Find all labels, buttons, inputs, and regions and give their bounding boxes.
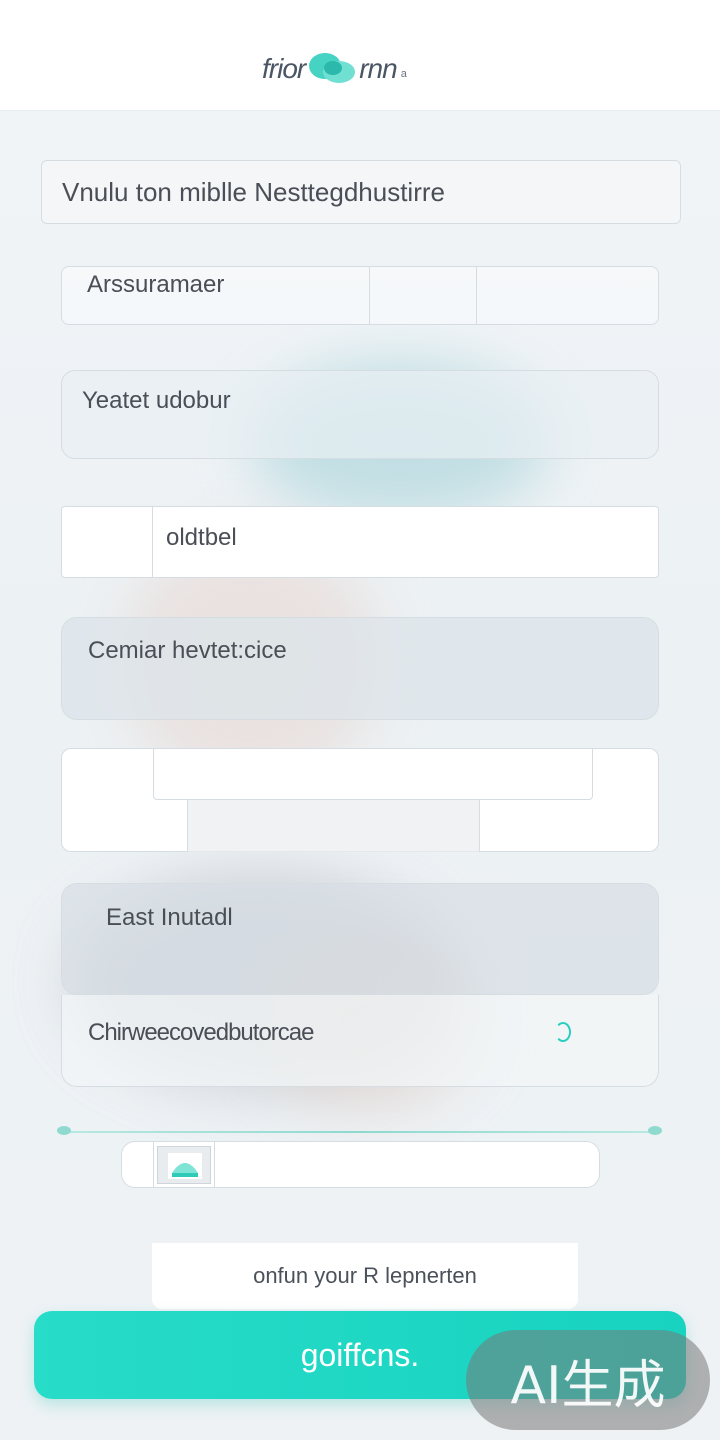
assurance-field-label: Arssuramaer xyxy=(87,271,225,298)
top-text-field[interactable]: Vnulu ton miblle Nesttegdhustirre xyxy=(41,160,681,224)
line-left-dot xyxy=(57,1126,71,1135)
assurance-divider-2 xyxy=(476,267,477,324)
line-right-dot xyxy=(648,1126,662,1135)
image-toggle-field[interactable] xyxy=(121,1141,600,1188)
oldtbel-field[interactable]: oldtbel xyxy=(61,506,659,578)
yeatet-field-label: Yeatet udobur xyxy=(82,387,231,414)
yeatet-field[interactable]: Yeatet udobur xyxy=(61,370,659,459)
logo-suffix: rnn xyxy=(359,53,397,84)
toggle-divider-right xyxy=(214,1142,215,1187)
assurance-field[interactable]: Arssuramaer xyxy=(61,266,659,325)
confirm-panel: onfun your R lepnerten xyxy=(152,1243,578,1309)
assurance-divider-1 xyxy=(369,267,370,324)
segmented-inner-top[interactable] xyxy=(153,749,593,800)
logo-mark-icon xyxy=(307,50,357,88)
east-field[interactable]: East Inutadl xyxy=(61,883,659,995)
segmented-inner-bottom[interactable] xyxy=(187,800,480,852)
east-field-label: East Inutadl xyxy=(106,904,233,931)
segmented-field[interactable] xyxy=(61,748,659,852)
chirwee-field-value: Chirweecovedbutorcae xyxy=(88,1019,314,1046)
chirwee-field[interactable]: Chirweecovedbutorcae xyxy=(61,995,659,1087)
image-toggle-icon[interactable] xyxy=(157,1146,211,1184)
cemiar-field-label: Cemiar hevtet:cice xyxy=(88,637,287,664)
loading-spinner-icon xyxy=(555,1022,571,1042)
oldtbel-divider xyxy=(152,507,153,577)
logo-text: frior xyxy=(262,53,306,84)
top-text-field-value: Vnulu ton miblle Nesttegdhustirre xyxy=(62,177,445,207)
cemiar-field[interactable]: Cemiar hevtet:cice xyxy=(61,617,659,720)
ai-generated-watermark: AI生成 xyxy=(466,1330,710,1430)
toggle-divider-left xyxy=(153,1142,154,1187)
app-logo: frior rnn a xyxy=(262,46,407,92)
logo-small-text: a xyxy=(400,68,407,80)
progress-line xyxy=(62,1131,658,1133)
confirm-text: onfun your R lepnerten xyxy=(253,1263,477,1288)
oldtbel-field-value: oldtbel xyxy=(166,524,237,551)
app-header: frior rnn a xyxy=(0,0,720,111)
